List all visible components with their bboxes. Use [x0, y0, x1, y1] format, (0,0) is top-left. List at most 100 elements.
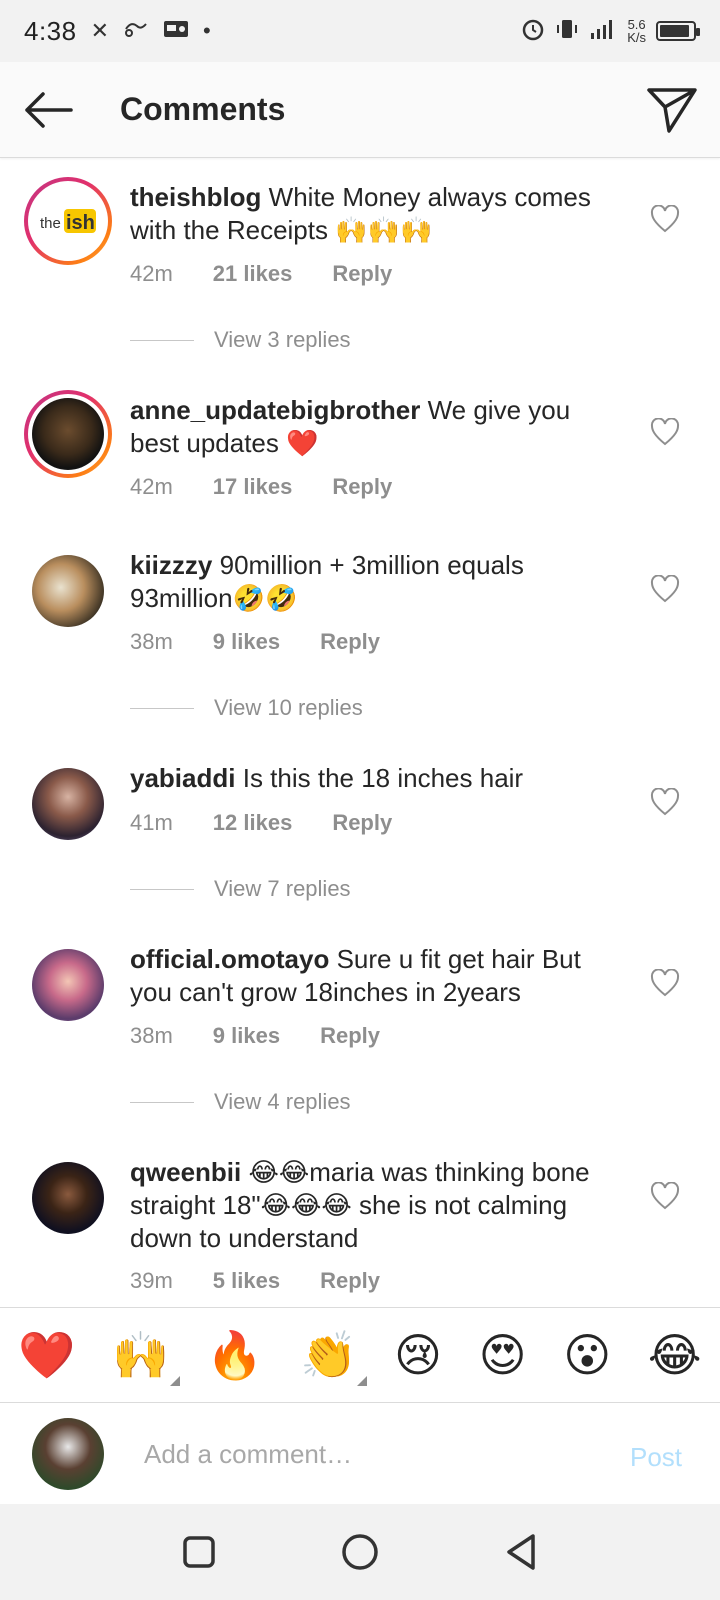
view-replies-button[interactable]: View 3 replies	[130, 327, 351, 353]
reply-button[interactable]: Reply	[332, 474, 392, 500]
comment-username[interactable]: official.omotayo	[130, 944, 329, 974]
comment-likes[interactable]: 5 likes	[213, 1268, 280, 1294]
emoji-button[interactable]: 😮	[563, 1332, 611, 1378]
comment-likes[interactable]: 9 likes	[213, 629, 280, 655]
back-triangle-icon[interactable]	[503, 1532, 539, 1572]
view-replies-label: View 7 replies	[214, 876, 351, 901]
like-heart-icon[interactable]	[650, 788, 680, 816]
reply-button[interactable]: Reply	[332, 261, 392, 287]
comment-time: 42m	[130, 474, 173, 499]
emoji-button[interactable]: 👏	[300, 1329, 368, 1386]
comment-time: 38m	[130, 629, 173, 654]
comment-meta: 42m 17 likes Reply	[130, 474, 392, 500]
emoji-button[interactable]: ❤️	[18, 1332, 75, 1378]
back-button[interactable]	[0, 62, 96, 158]
comment-text: theishblog White Money always comes with…	[130, 181, 620, 247]
x-icon: ✕	[90, 18, 110, 43]
like-heart-icon[interactable]	[650, 205, 680, 233]
reply-button[interactable]: Reply	[320, 1268, 380, 1294]
comment-likes[interactable]: 12 likes	[213, 810, 293, 836]
radio-icon	[163, 17, 189, 45]
vibrate-icon	[555, 17, 579, 46]
comment-time: 38m	[130, 1023, 173, 1048]
comment-time: 42m	[130, 261, 173, 286]
view-replies-label: View 4 replies	[214, 1089, 351, 1114]
comment-likes[interactable]: 17 likes	[213, 474, 293, 500]
reply-button[interactable]: Reply	[320, 629, 380, 655]
signal-icon	[589, 17, 617, 46]
avatar[interactable]	[32, 949, 104, 1021]
emoji-button[interactable]: 😍	[479, 1332, 527, 1378]
share-button[interactable]	[624, 62, 720, 158]
comment-username[interactable]: kiizzzy	[130, 550, 212, 580]
avatar[interactable]	[32, 555, 104, 627]
comment-username[interactable]: anne_updatebigbrother	[130, 395, 420, 425]
like-heart-icon[interactable]	[650, 575, 680, 603]
emoji-glyph: 👏	[300, 1329, 358, 1381]
comment-text: kiizzzy 90million + 3million equals 93mi…	[130, 549, 620, 615]
comment-text: official.omotayo Sure u fit get hair But…	[130, 943, 620, 1009]
like-heart-icon[interactable]	[650, 969, 680, 997]
like-heart-icon[interactable]	[650, 418, 680, 446]
comment-username[interactable]: yabiaddi	[130, 763, 235, 793]
avatar[interactable]	[32, 768, 104, 840]
reply-button[interactable]: Reply	[320, 1023, 380, 1049]
svg-text:ish: ish	[66, 212, 95, 234]
divider-line	[130, 707, 194, 709]
view-replies-button[interactable]: View 4 replies	[130, 1089, 351, 1115]
navigation-bar	[0, 1504, 720, 1600]
view-replies-button[interactable]: View 7 replies	[130, 876, 351, 902]
status-bar: 4:38 ✕ • 5.6 K/s	[0, 0, 720, 62]
post-button[interactable]: Post	[630, 1442, 682, 1473]
alarm-icon	[521, 17, 545, 46]
comment-body: Is this the 18 inches hair	[242, 763, 524, 793]
skin-tone-indicator	[169, 1376, 180, 1386]
comments-list[interactable]: the ish theishblog White Money always com…	[0, 159, 720, 1307]
emoji-button[interactable]: 🔥	[206, 1332, 263, 1378]
comment-meta: 41m 12 likes Reply	[130, 810, 392, 836]
comment-text: yabiaddi Is this the 18 inches hair	[130, 762, 620, 795]
page-title: Comments	[120, 91, 286, 127]
skin-tone-indicator	[357, 1376, 368, 1386]
view-replies-button[interactable]: View 10 replies	[130, 695, 363, 721]
emoji-button[interactable]: 😂	[648, 1332, 702, 1378]
comment-text: qweenbii 😂😂maria was thinking bone strai…	[130, 1156, 620, 1255]
comment-meta: 39m 5 likes Reply	[130, 1268, 380, 1294]
reply-button[interactable]: Reply	[332, 810, 392, 836]
battery-fill	[660, 25, 689, 37]
avatar[interactable]	[32, 1162, 104, 1234]
comment-username[interactable]: theishblog	[130, 182, 261, 212]
view-replies-label: View 10 replies	[214, 695, 363, 720]
comment-input[interactable]	[144, 1429, 594, 1479]
back-arrow-icon	[25, 91, 73, 128]
comment-likes[interactable]: 9 likes	[213, 1023, 280, 1049]
net-speed-unit: K/s	[627, 30, 646, 45]
comment-meta: 42m 21 likes Reply	[130, 261, 392, 287]
emoji-glyph: 🙌	[112, 1329, 170, 1381]
comment-username[interactable]: qweenbii	[130, 1157, 241, 1187]
header: Comments	[0, 62, 720, 158]
battery-icon	[656, 21, 700, 41]
comment-meta: 38m 9 likes Reply	[130, 1023, 380, 1049]
divider-line	[130, 339, 194, 341]
comment-time: 39m	[130, 1268, 173, 1293]
emoji-button[interactable]: 😢	[394, 1332, 442, 1378]
notification-icon	[123, 17, 149, 45]
comment-meta: 38m 9 likes Reply	[130, 629, 380, 655]
like-heart-icon[interactable]	[650, 1182, 680, 1210]
comment-time: 41m	[130, 810, 173, 835]
avatar	[32, 1418, 104, 1490]
comment-text: anne_updatebigbrother We give you best u…	[130, 394, 620, 460]
status-time: 4:38	[24, 15, 77, 46]
avatar[interactable]: the ish	[24, 177, 112, 265]
dot-icon: •	[203, 18, 211, 43]
comment-likes[interactable]: 21 likes	[213, 261, 293, 287]
emoji-bar: ❤️ 🙌 🔥 👏 😢 😍 😮 😂	[0, 1307, 720, 1403]
home-icon[interactable]	[340, 1532, 380, 1572]
emoji-button[interactable]: 🙌	[112, 1329, 180, 1386]
recents-icon[interactable]	[181, 1534, 217, 1570]
avatar[interactable]	[24, 390, 112, 478]
net-speed: 5.6 K/s	[627, 18, 646, 44]
divider-line	[130, 888, 194, 890]
view-replies-label: View 3 replies	[214, 327, 351, 352]
